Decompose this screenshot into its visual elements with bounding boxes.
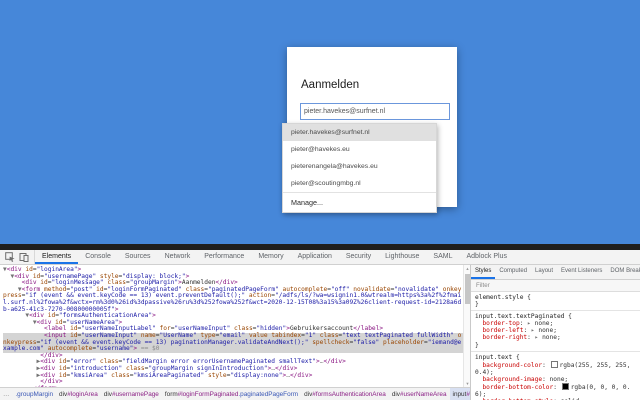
devtools-tab-console[interactable]: Console	[78, 250, 118, 264]
css-line: }	[475, 301, 479, 309]
breadcrumb-item[interactable]: div #formsAuthenticationArea	[301, 388, 389, 400]
autofill-suggestion[interactable]: pieter@scoutingmbg.nl	[283, 175, 436, 192]
devtools-tab-sources[interactable]: Sources	[118, 250, 158, 264]
css-rules-list: element.style {} input.text.textPaginated…	[471, 292, 640, 400]
login-page-background: Aanmelden pieter.havekes@surfnet.nl piet…	[0, 0, 640, 244]
tree-node-selected[interactable]: <input id="userNameInput" name="UserName…	[3, 332, 463, 353]
devtools-tab-elements[interactable]: Elements	[35, 250, 79, 264]
elements-tree-wrap: ▼<div id="loginArea"> ▼<div id="username…	[0, 265, 470, 387]
scrollbar-thumb[interactable]	[465, 274, 470, 304]
breadcrumb: … .groupMargin div #loginArea div #usernamePa…	[0, 387, 470, 400]
scroll-down-icon[interactable]: ▼	[464, 380, 470, 387]
sidebar-tab-dom-breakpoints[interactable]: DOM Breakpoints	[606, 265, 640, 279]
sidebar-tab-layout[interactable]: Layout	[531, 265, 557, 279]
tree-node[interactable]: </div>	[3, 378, 463, 386]
devtools-tab-security[interactable]: Security	[339, 250, 378, 264]
breadcrumb-item[interactable]: div #userNameArea	[389, 388, 450, 400]
sidebar-tab-event-listeners[interactable]: Event Listeners	[557, 265, 606, 279]
breadcrumb-item[interactable]: form #loginFormPaginated .paginatedPageFor…	[162, 388, 301, 400]
scroll-up-icon[interactable]: ▲	[464, 265, 470, 272]
device-toolbar-icon[interactable]	[17, 251, 31, 263]
css-rule[interactable]: element.style {}	[471, 292, 640, 312]
styles-sidebar: Styles Computed Layout Event Listeners DOM B…	[470, 265, 640, 400]
inspect-element-icon[interactable]	[3, 251, 17, 263]
devtools-tab-adblock-plus[interactable]: Adblock Plus	[459, 250, 513, 264]
autofill-dropdown: pieter.havekes@surfnet.nl pieter@havekes.…	[282, 123, 437, 213]
css-line: border-right: ▸ none;	[482, 334, 561, 342]
css-rule[interactable]: input.text.textPaginated { border-top: ▸…	[471, 311, 640, 352]
breadcrumb-item[interactable]: …	[0, 388, 12, 400]
devtools-toolbar-icons	[0, 250, 35, 264]
elements-pane: ▼<div id="loginArea"> ▼<div id="username…	[0, 265, 470, 400]
css-line: border-top: ▸ none;	[482, 320, 554, 328]
css-line: background-color: rgba(255, 255, 255, 0.…	[475, 360, 635, 376]
css-line: }	[475, 341, 479, 349]
autofill-manage-item[interactable]: Manage...	[283, 192, 436, 212]
devtools-tab-performance[interactable]: Performance	[197, 250, 251, 264]
autofill-suggestion[interactable]: pieterenangela@havekes.eu	[283, 158, 436, 175]
devtools-tab-saml[interactable]: SAML	[426, 250, 459, 264]
breadcrumb-item[interactable]: div #loginArea	[56, 388, 101, 400]
styles-filter-input[interactable]: Filter	[471, 280, 640, 292]
tree-node[interactable]: </form>	[3, 385, 463, 387]
css-line: background-image: none;	[482, 375, 569, 383]
devtools-panel: Elements Console Sources Network Performance…	[0, 250, 640, 400]
css-rule[interactable]: input.text { background-color: rgba(255,…	[471, 352, 640, 400]
devtools-tab-lighthouse[interactable]: Lighthouse	[378, 250, 426, 264]
username-input[interactable]: pieter.havekes@surfnet.nl	[300, 103, 450, 120]
tree-node[interactable]: ▼<form method="post" id="loginFormPagina…	[3, 286, 463, 313]
elements-scrollbar[interactable]: ▲ ▼	[463, 265, 470, 387]
css-line: border-left: ▸ none;	[482, 327, 557, 335]
breadcrumb-item-active[interactable]: input#userNameInput.text.textPaginated.f…	[449, 388, 470, 400]
css-line: element.style {	[475, 294, 531, 301]
css-line: input.text.textPaginated {	[475, 313, 572, 321]
elements-tree: ▼<div id="loginArea"> ▼<div id="username…	[0, 265, 463, 387]
devtools-tab-strip: Elements Console Sources Network Performance…	[35, 250, 514, 264]
breadcrumb-item[interactable]: div #usernamePage	[101, 388, 162, 400]
autofill-suggestion[interactable]: pieter@havekes.eu	[283, 141, 436, 158]
css-line: input.text {	[475, 353, 520, 361]
screenshot-root: Aanmelden pieter.havekes@surfnet.nl piet…	[0, 0, 640, 400]
devtools-tab-network[interactable]: Network	[158, 250, 198, 264]
devtools-tab-memory[interactable]: Memory	[251, 250, 290, 264]
autofill-items: pieter.havekes@surfnet.nl pieter@havekes.…	[283, 124, 436, 192]
devtools-tab-application[interactable]: Application	[291, 250, 339, 264]
sidebar-tab-computed[interactable]: Computed	[495, 265, 531, 279]
autofill-suggestion[interactable]: pieter.havekes@surfnet.nl	[283, 124, 436, 141]
tree-node[interactable]: ▶<div id="kmsiArea" class="kmsiAreaPagin…	[3, 372, 463, 380]
devtools-toolbar: Elements Console Sources Network Performance…	[0, 250, 640, 265]
login-title: Aanmelden	[301, 79, 360, 91]
sidebar-tab-styles[interactable]: Styles	[471, 265, 496, 279]
sidebar-tab-strip: Styles Computed Layout Event Listeners DOM B…	[471, 265, 640, 280]
devtools-body: ▼<div id="loginArea"> ▼<div id="username…	[0, 265, 640, 400]
css-line: border-bottom-color: rgba(0, 0, 0, 0.6);	[475, 383, 631, 399]
breadcrumb-item[interactable]: .groupMargin	[12, 388, 56, 400]
